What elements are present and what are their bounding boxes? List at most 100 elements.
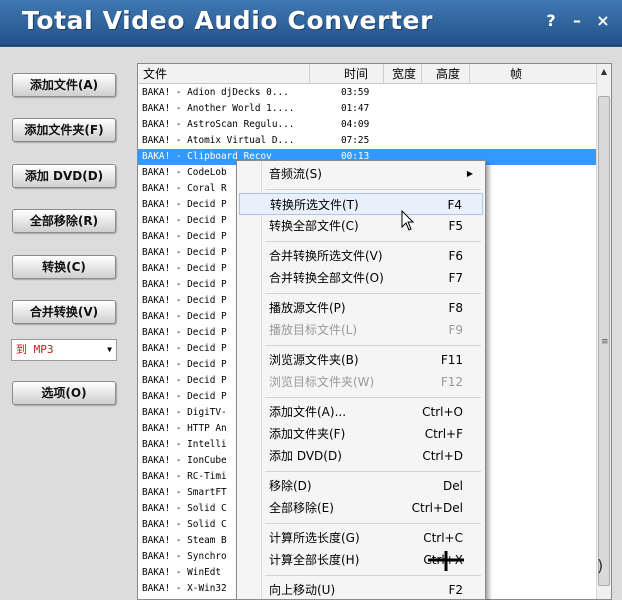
row-file-name: BAKA! - Another World 1....: [142, 103, 295, 114]
menu-item-label: 转换全部文件(C): [269, 219, 359, 233]
mouse-cursor-icon: [401, 210, 415, 231]
merge-convert-button[interactable]: 合并转换(V): [12, 300, 116, 324]
edge-bracket-icon: ): [597, 556, 604, 575]
row-file-name: BAKA! - Solid C: [142, 503, 227, 514]
convert-button[interactable]: 转换(C): [12, 255, 116, 279]
submenu-arrow-icon: ▶: [466, 169, 473, 178]
menu-item-shortcut: F8: [448, 301, 463, 315]
column-header-height[interactable]: 高度: [422, 64, 470, 84]
row-file-name: BAKA! - Decid P: [142, 199, 227, 210]
minimize-button[interactable]: –: [566, 10, 588, 32]
app-title: Total Video Audio Converter: [22, 6, 434, 35]
row-file-name: BAKA! - Solid C: [142, 519, 227, 530]
row-file-name: BAKA! - Decid P: [142, 343, 227, 354]
table-row[interactable]: BAKA! - AstroScan Regulu... 04:09: [138, 117, 598, 133]
row-file-name: BAKA! - X-Win32: [142, 583, 227, 594]
row-duration: 04:09: [341, 119, 370, 130]
menu-item-label: 移除(D): [269, 479, 312, 493]
menu-separator: [265, 241, 481, 242]
menu-separator: [265, 345, 481, 346]
row-file-name: BAKA! - Decid P: [142, 231, 227, 242]
menu-item-label: 添加文件夹(F): [269, 427, 346, 441]
row-file-name: BAKA! - DigiTV-: [142, 407, 227, 418]
table-row[interactable]: BAKA! - Another World 1.... 01:47: [138, 101, 598, 117]
menu-separator: [265, 293, 481, 294]
menu-item-label: 计算全部长度(H): [269, 553, 360, 567]
menu-item-calc-selected-length[interactable]: 计算所选长度(G) Ctrl+C: [239, 527, 483, 549]
menu-item-move-up[interactable]: 向上移动(U) F2: [239, 579, 483, 599]
menu-item-convert-all[interactable]: 转换全部文件(C) F5: [239, 215, 483, 237]
row-file-name: BAKA! - Intelli: [142, 439, 227, 450]
menu-item-merge-convert-selected[interactable]: 合并转换所选文件(V) F6: [239, 245, 483, 267]
menu-item-browse-source-folder[interactable]: 浏览源文件夹(B) F11: [239, 349, 483, 371]
close-button[interactable]: ×: [592, 10, 614, 32]
menu-item-label: 添加 DVD(D): [269, 449, 342, 463]
menu-item-add-folder[interactable]: 添加文件夹(F) Ctrl+F: [239, 423, 483, 445]
menu-item-label: 全部移除(E): [269, 501, 334, 515]
row-file-name: BAKA! - Decid P: [142, 359, 227, 370]
menu-item-add-file[interactable]: 添加文件(A)... Ctrl+O: [239, 401, 483, 423]
help-button[interactable]: ?: [540, 10, 562, 32]
row-file-name: BAKA! - Decid P: [142, 247, 227, 258]
row-duration: 03:59: [341, 87, 370, 98]
row-file-name: BAKA! - WinEdt: [142, 567, 222, 578]
menu-item-shortcut: Ctrl+O: [422, 405, 463, 419]
menu-separator: [265, 523, 481, 524]
grip-icon: ≡: [601, 337, 609, 347]
menu-item-play-target: 播放目标文件(L) F9: [239, 319, 483, 341]
menu-separator: [265, 471, 481, 472]
menu-item-shortcut: F6: [448, 249, 463, 263]
output-format-select[interactable]: 到 MP3 ▼: [11, 339, 117, 361]
table-row[interactable]: BAKA! - Adion djDecks 0... 03:59: [138, 85, 598, 101]
column-header-frame[interactable]: 帧: [470, 64, 598, 84]
scroll-up-icon[interactable]: ▲: [597, 64, 611, 80]
menu-item-remove[interactable]: 移除(D) Del: [239, 475, 483, 497]
chevron-down-icon: ▼: [107, 345, 112, 354]
vertical-scrollbar[interactable]: ▲ ≡: [596, 64, 611, 599]
row-file-name: BAKA! - Decid P: [142, 295, 227, 306]
menu-item-merge-convert-all[interactable]: 合并转换全部文件(O) F7: [239, 267, 483, 289]
menu-item-shortcut: Ctrl+C: [423, 531, 463, 545]
column-header-time[interactable]: 时间: [310, 64, 384, 84]
menu-item-shortcut: Ctrl+Del: [411, 501, 463, 515]
row-file-name: BAKA! - Atomix Virtual D...: [142, 135, 295, 146]
menu-item-convert-selected[interactable]: 转换所选文件(T) F4: [239, 193, 483, 215]
menu-item-shortcut: Ctrl+D: [422, 449, 463, 463]
column-header-file[interactable]: 文件: [138, 64, 310, 84]
row-file-name: BAKA! - Decid P: [142, 375, 227, 386]
row-file-name: BAKA! - Decid P: [142, 327, 227, 338]
menu-item-label: 播放目标文件(L): [269, 323, 358, 337]
row-duration: 01:47: [341, 103, 370, 114]
menu-item-play-source[interactable]: 播放源文件(P) F8: [239, 297, 483, 319]
column-header-width[interactable]: 宽度: [384, 64, 422, 84]
row-file-name: BAKA! - RC-Timi: [142, 471, 227, 482]
menu-item-add-dvd[interactable]: 添加 DVD(D) Ctrl+D: [239, 445, 483, 467]
row-duration: 07:25: [341, 135, 370, 146]
list-header: 文件 时间 宽度 高度 帧: [138, 64, 611, 84]
row-file-name: BAKA! - CodeLob: [142, 167, 227, 178]
menu-item-shortcut: F12: [440, 375, 463, 389]
menu-item-shortcut: F7: [448, 271, 463, 285]
menu-item-label: 浏览目标文件夹(W): [269, 375, 375, 389]
table-row[interactable]: BAKA! - Atomix Virtual D... 07:25: [138, 133, 598, 149]
output-format-value: 到 MP3: [16, 343, 54, 356]
menu-separator: [265, 575, 481, 576]
scrollbar-thumb[interactable]: ≡: [598, 96, 610, 586]
add-dvd-button[interactable]: 添加 DVD(D): [12, 164, 116, 188]
row-file-name: BAKA! - SmartFT: [142, 487, 227, 498]
menu-item-label: 播放源文件(P): [269, 301, 346, 315]
options-button[interactable]: 选项(O): [12, 381, 116, 405]
menu-item-label: 向上移动(U): [269, 583, 336, 597]
menu-item-shortcut: F11: [440, 353, 463, 367]
menu-item-label: 音频流(S): [269, 167, 322, 181]
menu-item-label: 合并转换所选文件(V): [269, 249, 383, 263]
remove-all-button[interactable]: 全部移除(R): [12, 209, 116, 233]
menu-item-remove-all[interactable]: 全部移除(E) Ctrl+Del: [239, 497, 483, 519]
add-folder-button[interactable]: 添加文件夹(F): [12, 118, 116, 142]
add-file-button[interactable]: 添加文件(A): [12, 73, 116, 97]
title-bar: Total Video Audio Converter ? – ×: [0, 0, 622, 46]
menu-item-audio-stream[interactable]: 音频流(S) ▶: [239, 163, 483, 185]
menu-item-label: 转换所选文件(T): [270, 198, 359, 212]
menu-item-shortcut: Del: [443, 479, 463, 493]
row-file-name: BAKA! - Decid P: [142, 311, 227, 322]
